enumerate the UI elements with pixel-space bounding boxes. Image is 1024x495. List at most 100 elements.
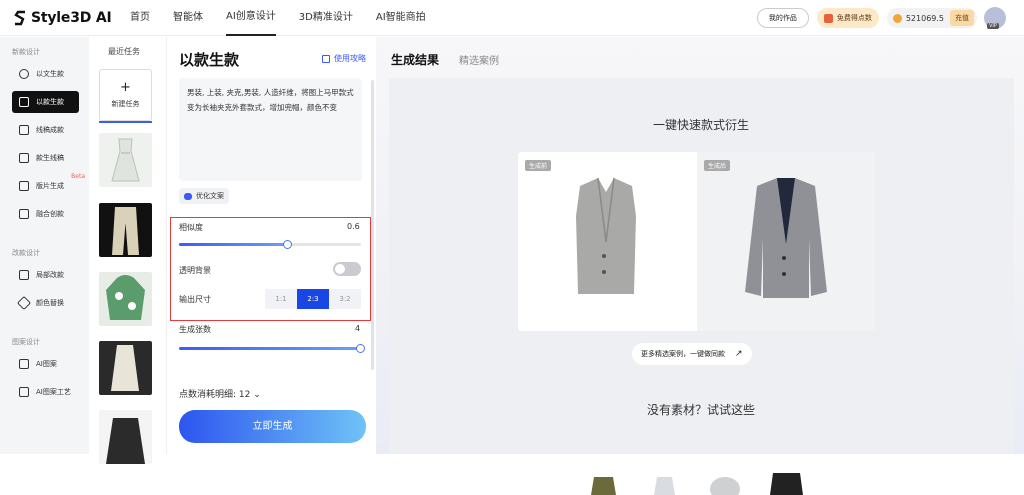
sidebar-item-color-replace[interactable]: 颜色替换 [12,292,79,314]
sidebar-section-pattern: 图案设计 [12,338,40,346]
sample-thumb-4[interactable] [759,471,814,495]
usage-guide-label: 使用攻略 [334,54,366,63]
usage-guide-link[interactable]: 使用攻略 [322,53,366,64]
nav-item-ai-creative[interactable]: AI创意设计 [226,0,276,36]
sidebar-item-label: 颜色替换 [36,299,64,307]
book-icon [322,54,330,63]
tab-results[interactable]: 生成结果 [391,51,439,68]
shirt-icon [19,97,29,107]
beta-badge: Beta [71,173,85,180]
plus-icon: + [120,80,131,95]
generate-button[interactable]: 立即生成 [179,410,366,443]
sidebar-item-label: AI图案 [36,360,57,368]
more-examples-label: 更多精选案例，一键做同款 [641,350,725,358]
sidebar-item-style2sketch[interactable]: 款生线稿 [12,147,79,169]
page-title: 以款生款 [179,51,240,69]
before-after-compare: 生成前 生成后 [518,152,875,331]
grey-vest-image [576,177,636,294]
sidebar-item-label: 局部改款 [36,271,64,279]
points-balance: 521069.5 充值 [886,8,977,28]
sidebar-item-ai-pattern[interactable]: AI图案 [12,353,79,375]
sample-thumb-1[interactable] [576,471,631,495]
free-points-label: 免费得点数 [836,14,872,22]
sample-thumb-2[interactable] [637,471,692,495]
cost-detail-dropdown[interactable]: 点数消耗明细: 12 ⌄ [179,387,261,400]
sidebar-section-modify: 改款设计 [12,249,40,257]
cost-detail-label: 点数消耗明细: 12 [179,390,251,400]
try-these-title: 没有素材？试试这些 [646,403,755,417]
top-bar: Style3D AI 首页 智能体 AI创意设计 3D精准设计 AI智能商拍 我… [0,0,1024,36]
generate-count-value: 4 [355,324,361,333]
sidebar-item-pattern-craft[interactable]: AI图案工艺 [12,381,79,403]
sidebar-item-label: 融合创款 [36,210,64,218]
main-nav: 首页 智能体 AI创意设计 3D精准设计 AI智能商拍 [130,0,449,36]
sidebar-item-fusion[interactable]: 融合创款 [12,203,79,225]
sidebar-item-style2style[interactable]: 以款生款 [12,91,79,113]
generate-count-slider[interactable] [179,344,365,353]
paint-bucket-icon [16,295,32,311]
avatar[interactable]: VIP [984,7,1006,29]
tab-examples[interactable]: 精选案例 [459,52,499,67]
nav-item-home[interactable]: 首页 [130,0,150,36]
new-task-button[interactable]: + 新建任务 [99,69,152,121]
result-area: 生成结果 精选案例 一键快速款式衍生 生成前 生成后 更多精选案例，一键做同款 … [376,37,1024,495]
showcase-card: 一键快速款式衍生 生成前 生成后 更多精选案例，一键做同款 ↗ 没有素材？试试这… [389,78,1014,495]
pattern-icon [19,359,29,369]
sidebar-item-label: 版片生成 [36,182,64,190]
sidebar-item-label: 以款生款 [36,98,64,106]
panel-scrollbar[interactable] [371,80,374,370]
local-edit-icon [19,270,29,280]
fusion-icon [19,209,29,219]
sidebar-item-text2style[interactable]: 以文生款 [12,63,79,85]
sidebar-item-local-edit[interactable]: 局部改款 [12,264,79,286]
task-thumbnail-skirt[interactable] [99,341,152,395]
count-slider-fill [179,347,361,350]
chevron-down-icon: ⌄ [253,390,261,400]
style3d-logo-icon [14,10,25,26]
vip-badge: VIP [987,23,999,29]
points-value: 521069.5 [905,13,944,23]
sidebar-item-label: 线稿成款 [36,126,64,134]
magic-icon [184,192,192,200]
nav-item-ai-photo[interactable]: AI智能商拍 [376,0,426,36]
task-thumbnail-dress[interactable] [99,133,152,187]
optimize-prompt-button[interactable]: 优化文案 [179,188,229,204]
gift-icon [823,13,833,23]
arrow-up-right-icon: ↗ [735,349,743,359]
recent-tasks-panel: 最近任务 + 新建任务 [89,37,167,464]
new-task-underline [99,121,152,123]
sidebar-section-new: 新款设计 [12,48,40,56]
task-thumbnail-hoodie[interactable] [99,272,152,326]
generate-count-label: 生成张数 [179,325,211,334]
pattern-piece-icon [19,181,29,191]
after-image: 生成后 [697,152,875,331]
recharge-button[interactable]: 充值 [950,10,974,26]
text-style-icon [19,69,29,79]
more-examples-button[interactable]: 更多精选案例，一键做同款 ↗ [632,343,752,365]
sidebar-item-label: AI图案工艺 [36,388,71,396]
my-works-button[interactable]: 我的作品 [756,8,809,28]
brand-logo[interactable]: Style3D AI [14,9,112,27]
highlight-box [170,217,371,321]
sidebar-item-label: 款生线稿 [36,154,64,162]
sidebar-item-label: 以文生款 [36,70,64,78]
before-image: 生成前 [518,152,696,331]
sidebar: 新款设计 以文生款 以款生款 线稿成款 款生线稿 版片生成 Beta 融合创款 改… [0,37,89,454]
sketch-icon [19,125,29,135]
task-thumbnail-pants[interactable] [99,203,152,257]
sidebar-item-sketch2style[interactable]: 线稿成款 [12,119,79,141]
count-slider-handle[interactable] [356,344,365,353]
nav-item-agent[interactable]: 智能体 [173,0,203,36]
before-tag: 生成前 [525,160,552,171]
task-thumbnail-jacket[interactable] [99,410,152,464]
new-task-label: 新建任务 [111,100,140,108]
free-points-button[interactable]: 免费得点数 [816,8,879,28]
showcase-headline: 一键快速款式衍生 [652,118,749,132]
grey-jacket-image [745,178,827,298]
sample-thumb-3[interactable] [698,471,753,495]
sidebar-item-flat-pattern[interactable]: 版片生成 Beta [12,173,85,197]
prompt-textarea[interactable]: 男装, 上装, 夹克,男装, 人造纤维，将图上马甲款式变为长袖夹克外套款式，增加… [179,78,362,181]
tshirt-icon [19,153,29,163]
pattern-craft-icon [19,387,29,397]
nav-item-3d-design[interactable]: 3D精准设计 [299,0,353,36]
